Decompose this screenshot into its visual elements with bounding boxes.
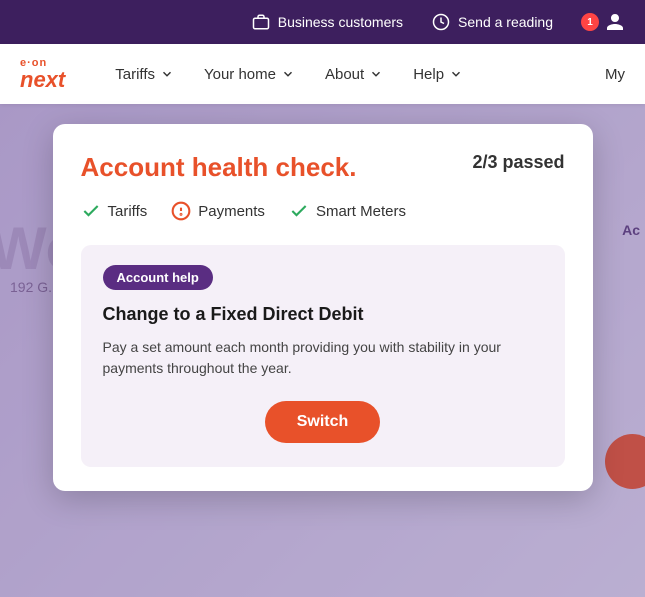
chevron-down-icon: [449, 67, 463, 81]
modal-overlay: Account health check. 2/3 passed Tariffs…: [0, 104, 645, 597]
health-check-title: Account health check.: [81, 152, 357, 183]
top-bar: Business customers Send a reading 1: [0, 0, 645, 44]
health-check-items: Tariffs Payments Smart Meters: [81, 201, 565, 221]
nav-help[interactable]: Help: [413, 66, 463, 83]
logo[interactable]: e·on next: [20, 58, 65, 91]
inner-card-description: Pay a set amount each month providing yo…: [103, 337, 543, 379]
nav-my[interactable]: My: [605, 66, 625, 83]
warning-icon: [171, 201, 191, 221]
chevron-down-icon: [160, 67, 174, 81]
switch-button[interactable]: Switch: [265, 401, 381, 443]
health-item-tariffs: Tariffs: [81, 201, 148, 221]
check-icon: [81, 201, 101, 221]
inner-card: Account help Change to a Fixed Direct De…: [81, 245, 565, 467]
business-customers-link[interactable]: Business customers: [251, 12, 403, 32]
health-check-header: Account health check. 2/3 passed: [81, 152, 565, 183]
health-item-payments-label: Payments: [198, 203, 265, 220]
health-item-payments: Payments: [171, 201, 265, 221]
health-item-smart-meters-label: Smart Meters: [316, 203, 406, 220]
health-check-card: Account health check. 2/3 passed Tariffs…: [53, 124, 593, 491]
briefcase-icon: [251, 12, 271, 32]
notification-badge: 1: [581, 13, 599, 31]
health-check-score: 2/3 passed: [472, 152, 564, 173]
notification-area[interactable]: 1: [581, 12, 625, 32]
chevron-down-icon: [281, 67, 295, 81]
check-icon: [289, 201, 309, 221]
nav-bar: e·on next Tariffs Your home About Help M…: [0, 44, 645, 104]
nav-about[interactable]: About: [325, 66, 383, 83]
chevron-down-icon: [369, 67, 383, 81]
logo-next: next: [20, 69, 65, 91]
nav-tariffs[interactable]: Tariffs: [115, 66, 174, 83]
send-reading-link[interactable]: Send a reading: [431, 12, 553, 32]
meter-icon: [431, 12, 451, 32]
inner-card-title: Change to a Fixed Direct Debit: [103, 304, 543, 325]
health-item-tariffs-label: Tariffs: [108, 203, 148, 220]
nav-your-home[interactable]: Your home: [204, 66, 295, 83]
health-item-smart-meters: Smart Meters: [289, 201, 406, 221]
account-icon: [605, 12, 625, 32]
account-help-badge: Account help: [103, 265, 213, 290]
